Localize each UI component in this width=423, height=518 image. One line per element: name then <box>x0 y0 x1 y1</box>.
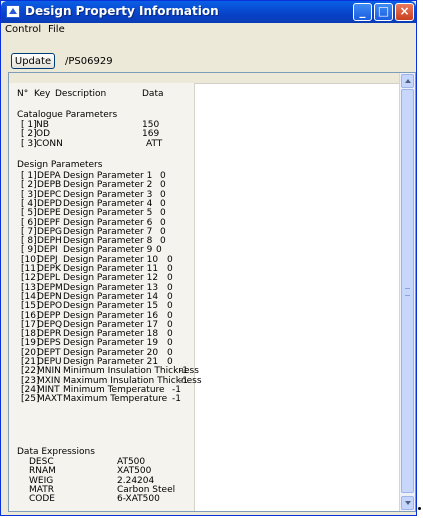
column-description: Description <box>55 89 107 99</box>
menu-bar: Control File <box>1 23 416 37</box>
section-design-parameters: Design Parameters <box>17 160 103 170</box>
row-description: Maximum Temperature <box>63 394 168 405</box>
grip-icon <box>405 288 410 296</box>
row-key: MAXT <box>37 394 63 405</box>
maximize-button[interactable]: □ <box>374 3 393 21</box>
window-title: Design Property Information <box>25 4 219 18</box>
design-property-window: Design Property Information _ □ × Contro… <box>0 0 417 516</box>
scroll-down-icon[interactable] <box>401 496 414 510</box>
column-data: Data <box>142 89 164 99</box>
scroll-up-icon[interactable] <box>401 74 414 88</box>
column-key: Key <box>34 89 51 99</box>
close-button[interactable]: × <box>395 3 414 21</box>
menu-control[interactable]: Control <box>5 24 41 35</box>
element-path: /PS06929 <box>65 56 113 67</box>
row-data: -1 <box>172 394 181 405</box>
expression-value: 6-XAT500 <box>117 494 160 505</box>
update-button[interactable]: Update <box>11 53 55 69</box>
row-key: CONN <box>36 138 63 149</box>
column-number: N° <box>17 89 29 99</box>
minimize-button[interactable]: _ <box>353 3 372 21</box>
menu-file[interactable]: File <box>48 24 65 35</box>
scroll-thumb[interactable] <box>401 89 414 493</box>
properties-panel[interactable]: N° Key Description Data Catalogue Parame… <box>8 72 416 512</box>
app-icon <box>6 5 20 18</box>
vertical-scrollbar[interactable] <box>399 73 415 511</box>
row-number: [ 3] <box>21 138 37 149</box>
row-data: ATT <box>146 138 163 149</box>
expression-key: CODE <box>29 494 55 505</box>
section-data-expressions: Data Expressions <box>17 447 95 457</box>
title-bar[interactable]: Design Property Information _ □ × <box>1 1 416 23</box>
toolbar: Update /PS06929 <box>1 45 416 73</box>
cursor-dot <box>418 507 421 510</box>
section-catalogue-parameters: Catalogue Parameters <box>17 110 118 120</box>
